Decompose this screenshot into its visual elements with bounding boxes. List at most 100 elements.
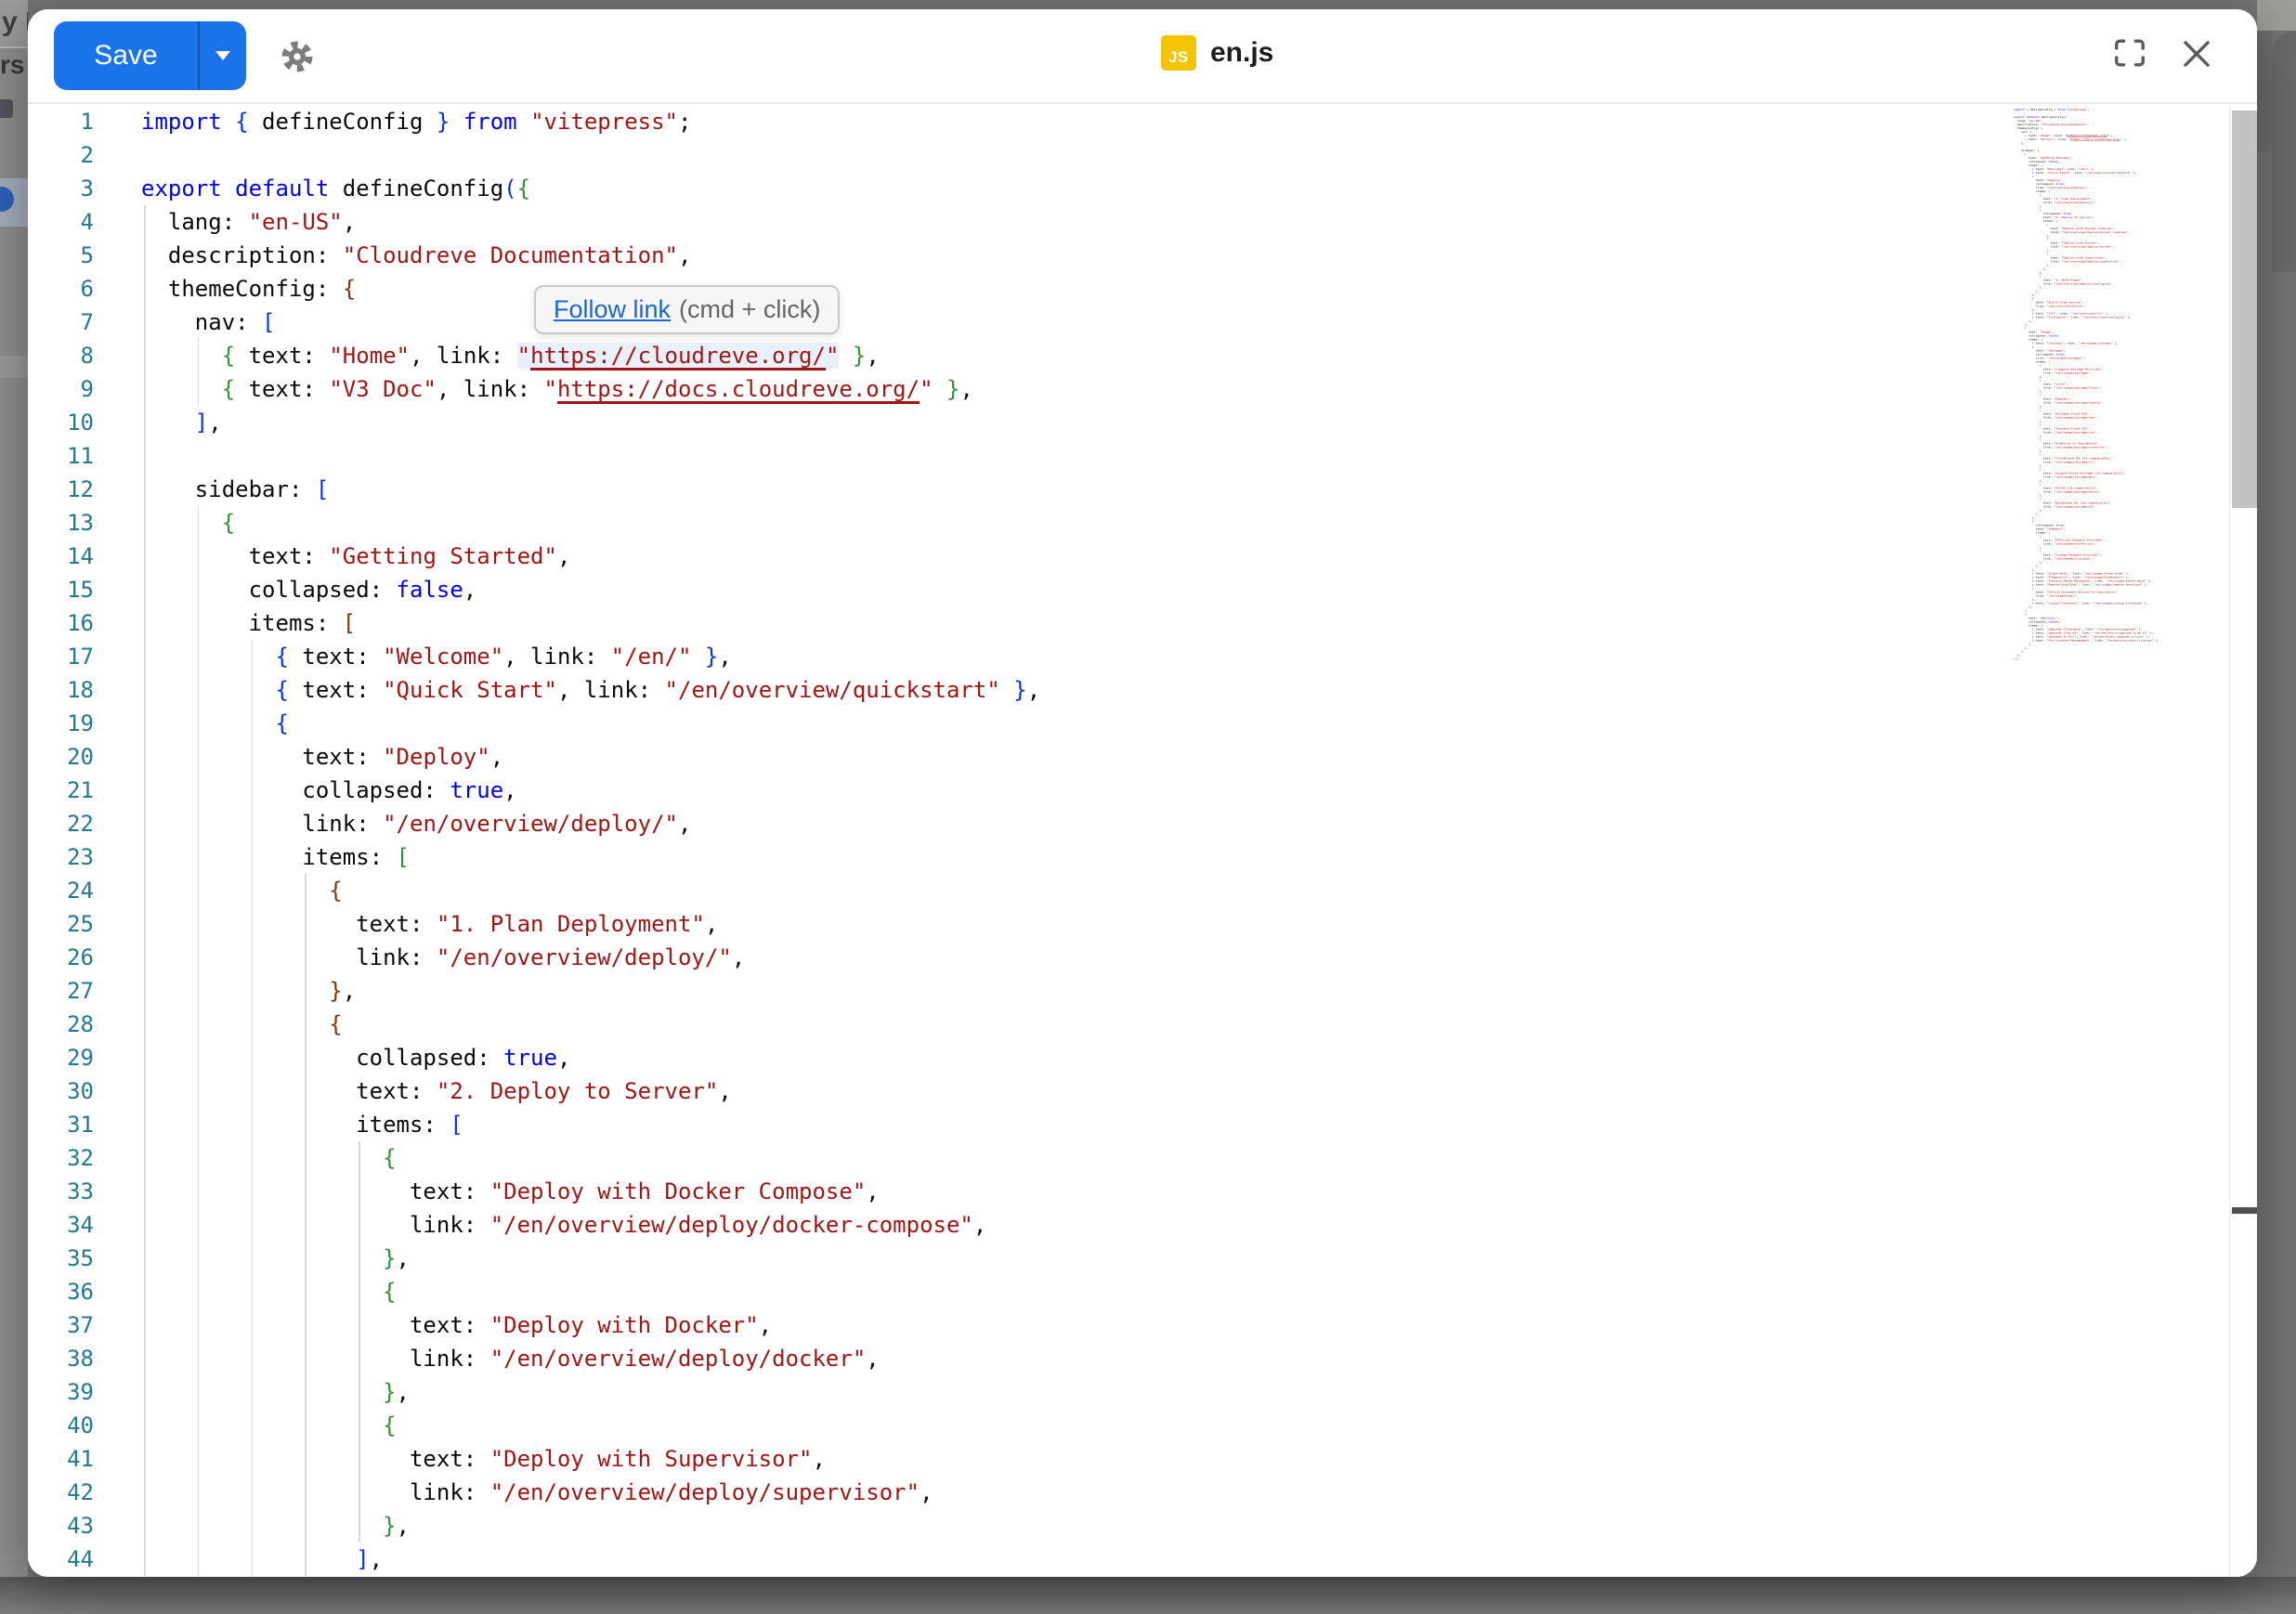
code-line[interactable]: 25 text: "1. Plan Deployment",	[28, 907, 2228, 941]
code-line[interactable]: 2	[28, 138, 2228, 172]
backdrop-right-top	[2257, 0, 2296, 31]
dialog-title: JS en.js	[1161, 35, 1273, 71]
code-line[interactable]: 17 { text: "Welcome", link: "/en/" },	[28, 640, 2228, 673]
code-line[interactable]: 40 {	[28, 1409, 2228, 1442]
backdrop-right	[2257, 0, 2296, 1614]
code-line[interactable]: 1import { defineConfig } from "vitepress…	[28, 106, 2228, 138]
code-lines: 1 import { defineConfig } from "vitepress…	[28, 106, 2228, 1576]
code-line[interactable]: 30 text: "2. Deploy to Server",	[28, 1074, 2228, 1108]
code-line[interactable]: 38 link: "/en/overview/deploy/docker",	[28, 1342, 2228, 1375]
url-link[interactable]: https://docs.cloudreve.org/	[2070, 137, 2120, 140]
follow-link-hint: (cmd + click)	[679, 295, 820, 324]
code-line[interactable]: 44 ],	[28, 1542, 2228, 1576]
code-line[interactable]: 20 text: "Deploy",	[28, 740, 2228, 774]
scrollbar-thumb[interactable]	[2232, 111, 2258, 508]
code-editor-dialog: Save JS en.js	[28, 9, 2257, 1577]
fullscreen-button[interactable]	[2111, 36, 2148, 70]
code-line[interactable]: 15 collapsed: false,	[28, 573, 2228, 606]
line-number: 13	[28, 506, 94, 540]
code-line[interactable]: 12 sidebar: [	[28, 473, 2228, 506]
code-line[interactable]: 10 ],	[28, 406, 2228, 439]
line-number: 37	[28, 1308, 94, 1342]
line-number: 10	[28, 406, 94, 439]
line-number: 42	[28, 1476, 94, 1509]
line-number: 26	[28, 941, 94, 974]
url-link[interactable]: https://docs.cloudreve.org/	[557, 376, 920, 402]
line-number: 11	[28, 439, 94, 473]
code-line[interactable]: 39 },	[28, 1375, 2228, 1409]
code-line[interactable]: 6 themeConfig: {	[28, 272, 2228, 306]
code-line[interactable]: 42 link: "/en/overview/deploy/supervisor…	[28, 1476, 2228, 1509]
background-folder-icon	[0, 99, 13, 118]
line-number: 1	[28, 106, 94, 138]
line-number: 33	[28, 1175, 94, 1208]
code-line[interactable]: 23 items: [	[28, 840, 2228, 874]
line-number: 44	[28, 1542, 94, 1576]
code-line[interactable]: 31 items: [	[28, 1108, 2228, 1141]
code-line[interactable]: 21 collapsed: true,	[28, 774, 2228, 807]
screen: { "header": { "save_label": "Save", "fil…	[0, 0, 2296, 1614]
code-line[interactable]: 29 collapsed: true,	[28, 1041, 2228, 1074]
code-line[interactable]: 11	[28, 439, 2228, 473]
code-line[interactable]: 13 {	[28, 506, 2228, 540]
code-line[interactable]: 14 text: "Getting Started",	[28, 540, 2228, 573]
line-number: 17	[28, 640, 94, 673]
backdrop-bottom	[0, 1577, 2296, 1614]
close-button[interactable]	[2178, 36, 2215, 72]
line-number: 25	[28, 907, 94, 941]
line-number: 3	[28, 172, 94, 205]
code-line[interactable]: 27 },	[28, 974, 2228, 1008]
line-number: 21	[28, 774, 94, 807]
code-line[interactable]: 32 {	[28, 1141, 2228, 1175]
minimap-content: import { defineConfig } from "vitepress"…	[2014, 108, 2190, 660]
line-number: 7	[28, 306, 94, 339]
hovered-link[interactable]: "https://cloudreve.org/"	[517, 343, 840, 369]
code-line[interactable]: 7 nav: [	[28, 306, 2228, 339]
backdrop-right-fade	[2257, 31, 2272, 151]
minimap[interactable]: import { defineConfig } from "vitepress"…	[2014, 108, 2190, 702]
code-line[interactable]: 37 text: "Deploy with Docker",	[28, 1308, 2228, 1342]
code-line[interactable]: 28 {	[28, 1008, 2228, 1041]
code-line[interactable]: 33 text: "Deploy with Docker Compose",	[28, 1175, 2228, 1208]
close-icon	[2181, 38, 2212, 70]
line-number: 30	[28, 1074, 94, 1108]
code-line[interactable]: 43 },	[28, 1509, 2228, 1542]
code-line[interactable]: 22 link: "/en/overview/deploy/",	[28, 807, 2228, 840]
code-line[interactable]: 16 items: [	[28, 606, 2228, 640]
line-number: 16	[28, 606, 94, 640]
line-number: 40	[28, 1409, 94, 1442]
backdrop-card-corner	[2272, 31, 2296, 272]
scrollbar[interactable]	[2229, 106, 2257, 1577]
file-name: en.js	[1210, 37, 1273, 69]
url-link[interactable]: https://cloudreve.org/	[530, 343, 826, 369]
chevron-down-icon	[214, 50, 232, 61]
line-number: 2	[28, 138, 94, 172]
save-button[interactable]: Save	[54, 21, 198, 90]
code-line[interactable]: 8 { text: "Home", link: "https://cloudre…	[28, 339, 2228, 372]
indent-guide	[144, 439, 146, 473]
code-line[interactable]: 4 lang: "en-US",	[28, 205, 2228, 239]
code-editor[interactable]: 1 import { defineConfig } from "vitepress…	[28, 106, 2257, 1577]
save-button-label: Save	[94, 40, 157, 72]
code-line[interactable]: 18 { text: "Quick Start", link: "/en/ove…	[28, 673, 2228, 707]
code-line[interactable]: 24 {	[28, 874, 2228, 907]
code-line[interactable]: 19 {	[28, 707, 2228, 740]
line-number: 22	[28, 807, 94, 840]
follow-link[interactable]: Follow link	[554, 295, 671, 324]
code-line[interactable]: 34 link: "/en/overview/deploy/docker-com…	[28, 1208, 2228, 1242]
background-divider	[0, 46, 28, 48]
code-line[interactable]: 41 text: "Deploy with Supervisor",	[28, 1442, 2228, 1476]
line-number: 6	[28, 272, 94, 306]
code-line[interactable]: 35 },	[28, 1242, 2228, 1275]
follow-link-tooltip: Follow link (cmd + click)	[534, 285, 840, 334]
line-number: 9	[28, 372, 94, 406]
line-number: 20	[28, 740, 94, 774]
line-number: 41	[28, 1442, 94, 1476]
save-dropdown-button[interactable]	[200, 21, 246, 90]
code-line[interactable]: 3export default defineConfig({	[28, 172, 2228, 205]
code-line[interactable]: 36 {	[28, 1275, 2228, 1308]
code-line[interactable]: 26 link: "/en/overview/deploy/",	[28, 941, 2228, 974]
code-line[interactable]: 9 { text: "V3 Doc", link: "https://docs.…	[28, 372, 2228, 406]
settings-button[interactable]	[279, 38, 316, 75]
code-line[interactable]: 5 description: "Cloudreve Documentation"…	[28, 239, 2228, 272]
